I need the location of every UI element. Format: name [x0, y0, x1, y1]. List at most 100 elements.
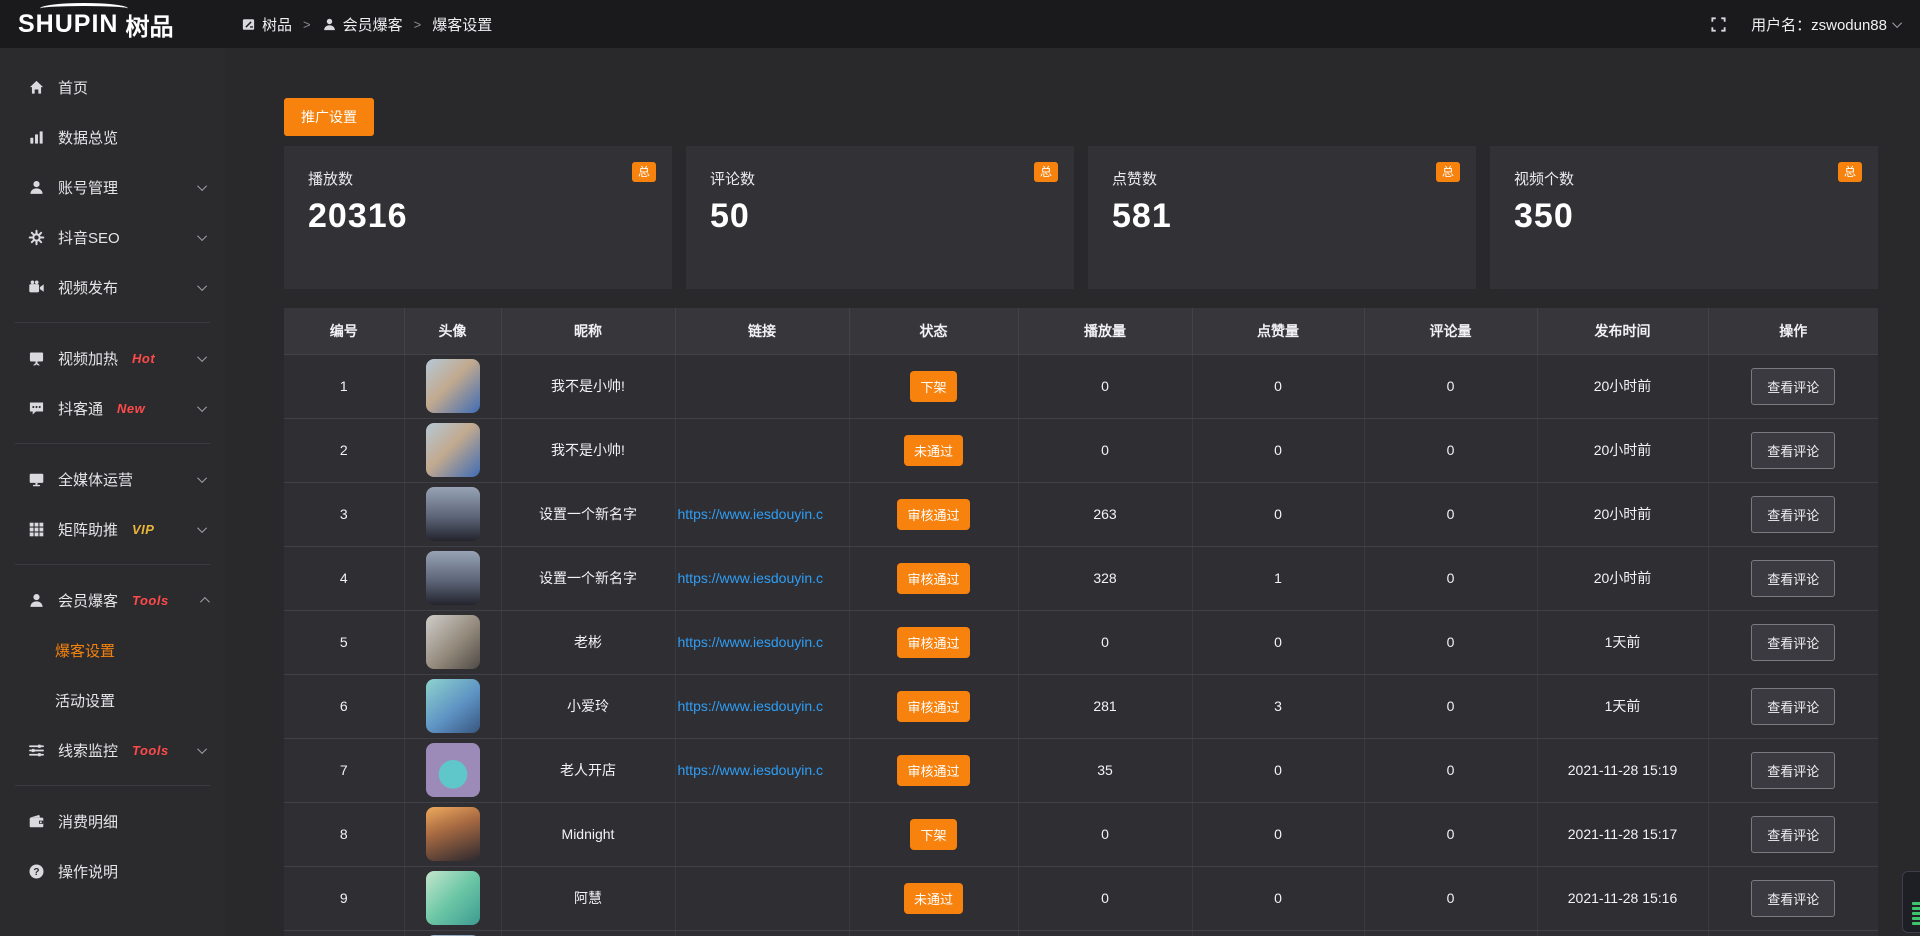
- sidebar-item-video-heat[interactable]: 视频加热Hot: [0, 333, 225, 383]
- table-row: 7老人开店https://www.iesdouyin.c审核通过35002021…: [284, 738, 1878, 802]
- stat-card-label: 视频个数: [1514, 168, 1854, 189]
- sidebar-subitem-baoke-settings[interactable]: 爆客设置: [0, 625, 225, 675]
- sidebar: 首页数据总览账号管理抖音SEO视频发布视频加热Hot抖客通New全媒体运营矩阵助…: [0, 48, 225, 936]
- stat-card-videos: 视频个数350总: [1490, 146, 1878, 289]
- cell-action: 查看评论: [1708, 738, 1878, 802]
- video-link[interactable]: https://www.iesdouyin.c: [678, 762, 824, 778]
- cell-nickname: 设置一个新名字: [501, 482, 675, 546]
- cell-time: 20小时前: [1537, 418, 1708, 482]
- video-link[interactable]: https://www.iesdouyin.c: [678, 698, 824, 714]
- cell-nickname: Midnight: [501, 802, 675, 866]
- promo-settings-button[interactable]: 推广设置: [284, 98, 374, 136]
- table-row: 5老彬https://www.iesdouyin.c审核通过0001天前查看评论: [284, 610, 1878, 674]
- avatar: [426, 743, 480, 797]
- cell-comments: 0: [1364, 354, 1537, 418]
- view-comments-button[interactable]: 查看评论: [1751, 368, 1835, 405]
- fullscreen-icon[interactable]: [1710, 16, 1727, 33]
- sidebar-item-data-overview[interactable]: 数据总览: [0, 112, 225, 162]
- cell-nickname: 设置一个新名字: [501, 546, 675, 610]
- cell-status: 下架: [849, 802, 1018, 866]
- app-root: SHUPIN 树品 树品>会员爆客>爆客设置 用户名：zswodun88 首页数…: [0, 0, 1920, 936]
- chevron-down-icon: [197, 402, 207, 412]
- chart-icon: [28, 129, 45, 146]
- view-comments-button[interactable]: 查看评论: [1751, 816, 1835, 853]
- floating-widget[interactable]: [1902, 871, 1920, 933]
- breadcrumb-item-1[interactable]: 会员爆客: [322, 14, 403, 35]
- brand-logo-en: SHUPIN: [18, 10, 118, 39]
- cell-likes: 0: [1192, 354, 1364, 418]
- cell-link: https://www.iesdouyin.c: [675, 674, 849, 738]
- video-link[interactable]: https://www.iesdouyin.c: [678, 506, 824, 522]
- chevron-down-icon: [197, 181, 207, 191]
- menu-divider: [15, 564, 210, 565]
- menu-divider: [15, 785, 210, 786]
- cell-nickname: 阿慧: [501, 866, 675, 930]
- sidebar-item-matrix-boost[interactable]: 矩阵助推VIP: [0, 504, 225, 554]
- view-comments-button[interactable]: 查看评论: [1751, 880, 1835, 917]
- column-header: 编号: [284, 308, 404, 354]
- wallet-icon: [28, 813, 45, 830]
- view-comments-button[interactable]: 查看评论: [1751, 432, 1835, 469]
- view-comments-button[interactable]: 查看评论: [1751, 560, 1835, 597]
- sidebar-item-douketong[interactable]: 抖客通New: [0, 383, 225, 433]
- sidebar-subitem-activity-settings[interactable]: 活动设置: [0, 675, 225, 725]
- sidebar-item-clue-monitor[interactable]: 线索监控Tools: [0, 725, 225, 775]
- breadcrumb-label: 树品: [262, 14, 292, 35]
- status-badge: 审核通过: [897, 499, 969, 530]
- view-comments-button[interactable]: 查看评论: [1751, 688, 1835, 725]
- cell-likes: 0: [1192, 866, 1364, 930]
- chevron-down-icon: [197, 744, 207, 754]
- breadcrumb-item-2[interactable]: 爆客设置: [432, 14, 492, 35]
- cell-link: [675, 354, 849, 418]
- menu-badge-tools: Tools: [132, 593, 169, 608]
- cell-plays: 0: [1018, 610, 1192, 674]
- avatar: [426, 551, 480, 605]
- cell-plays: 263: [1018, 482, 1192, 546]
- cell-id: 3: [284, 482, 404, 546]
- username-menu[interactable]: 用户名：zswodun88: [1751, 14, 1902, 35]
- cell-action: [1708, 930, 1878, 936]
- sidebar-item-home[interactable]: 首页: [0, 62, 225, 112]
- sidebar-item-video-publish[interactable]: 视频发布: [0, 262, 225, 312]
- sliders-icon: [28, 742, 45, 759]
- sidebar-item-label: 矩阵助推: [58, 519, 118, 540]
- sidebar-item-spending-details[interactable]: 消费明细: [0, 796, 225, 846]
- table-header-row: 编号头像昵称链接状态播放量点赞量评论量发布时间操作: [284, 308, 1878, 354]
- cell-likes: [1192, 930, 1364, 936]
- column-header: 昵称: [501, 308, 675, 354]
- breadcrumb-item-0[interactable]: 树品: [241, 14, 292, 35]
- cell-plays: 0: [1018, 418, 1192, 482]
- column-header: 播放量: [1018, 308, 1192, 354]
- cell-link: [675, 802, 849, 866]
- breadcrumb-separator: >: [414, 17, 422, 32]
- cell-status: 审核通过: [849, 738, 1018, 802]
- chat-icon: [28, 400, 45, 417]
- cell-action: 查看评论: [1708, 866, 1878, 930]
- menu-divider: [15, 322, 210, 323]
- sidebar-item-douyin-seo[interactable]: 抖音SEO: [0, 212, 225, 262]
- sidebar-item-member-baoke[interactable]: 会员爆客Tools: [0, 575, 225, 625]
- view-comments-button[interactable]: 查看评论: [1751, 496, 1835, 533]
- cell-avatar: [404, 866, 501, 930]
- stat-card-label: 评论数: [710, 168, 1050, 189]
- cell-status: [849, 930, 1018, 936]
- view-comments-button[interactable]: 查看评论: [1751, 624, 1835, 661]
- cell-avatar: [404, 674, 501, 738]
- avatar: [426, 615, 480, 669]
- cell-comments: 0: [1364, 546, 1537, 610]
- cell-likes: 3: [1192, 674, 1364, 738]
- cell-avatar: [404, 354, 501, 418]
- sidebar-item-account-management[interactable]: 账号管理: [0, 162, 225, 212]
- table-row: 6小爱玲https://www.iesdouyin.c审核通过281301天前查…: [284, 674, 1878, 738]
- view-comments-button[interactable]: 查看评论: [1751, 752, 1835, 789]
- brand-logo[interactable]: SHUPIN 树品: [0, 0, 225, 48]
- cell-link: https://www.iesdouyin.c: [675, 546, 849, 610]
- avatar: [426, 423, 480, 477]
- sidebar-item-media-operation[interactable]: 全媒体运营: [0, 454, 225, 504]
- video-link[interactable]: https://www.iesdouyin.c: [678, 634, 824, 650]
- cell-avatar: [404, 418, 501, 482]
- cell-plays: 0: [1018, 866, 1192, 930]
- sidebar-item-operation-guide[interactable]: ?操作说明: [0, 846, 225, 896]
- table-row: 9阿慧未通过0002021-11-28 15:16查看评论: [284, 866, 1878, 930]
- video-link[interactable]: https://www.iesdouyin.c: [678, 570, 824, 586]
